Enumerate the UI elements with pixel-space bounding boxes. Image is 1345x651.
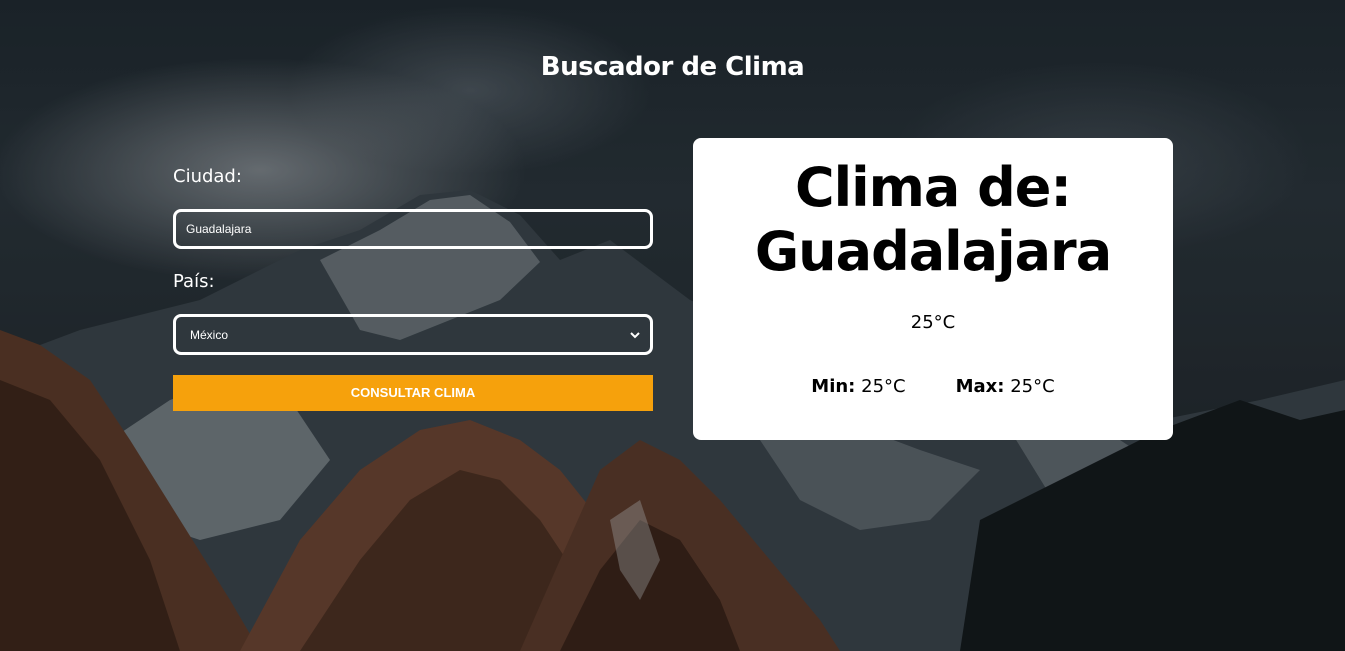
min-label: Min: [811, 376, 856, 397]
chevron-down-icon [628, 328, 642, 342]
country-label: País: [173, 271, 215, 292]
current-temperature: 25°C [910, 312, 956, 333]
max-value: 25°C [1010, 376, 1055, 397]
page-title: Buscador de Clima [540, 52, 805, 82]
city-input-value: Guadalajara [186, 222, 252, 236]
min-max-row: Min: 25°C Max: 25°C [693, 376, 1173, 397]
weather-result-card: Clima de: Guadalajara 25°C Min: 25°C Max… [693, 138, 1173, 440]
page: Buscador de Clima Ciudad: Guadalajara Pa… [0, 0, 1345, 651]
city-input[interactable]: Guadalajara [173, 209, 653, 249]
min-value: 25°C [861, 376, 906, 397]
max-label: Max: [955, 376, 1005, 397]
country-select[interactable]: México [173, 314, 653, 355]
result-heading: Clima de: Guadalajara [754, 156, 1112, 283]
consult-weather-button[interactable]: CONSULTAR CLIMA [173, 375, 653, 411]
country-select-value: México [190, 327, 229, 342]
max-temperature: Max: 25°C [956, 376, 1055, 397]
min-temperature: Min: 25°C [811, 376, 905, 397]
search-form: Ciudad: Guadalajara País: México CONSULT… [173, 165, 653, 411]
city-label: Ciudad: [173, 166, 242, 187]
